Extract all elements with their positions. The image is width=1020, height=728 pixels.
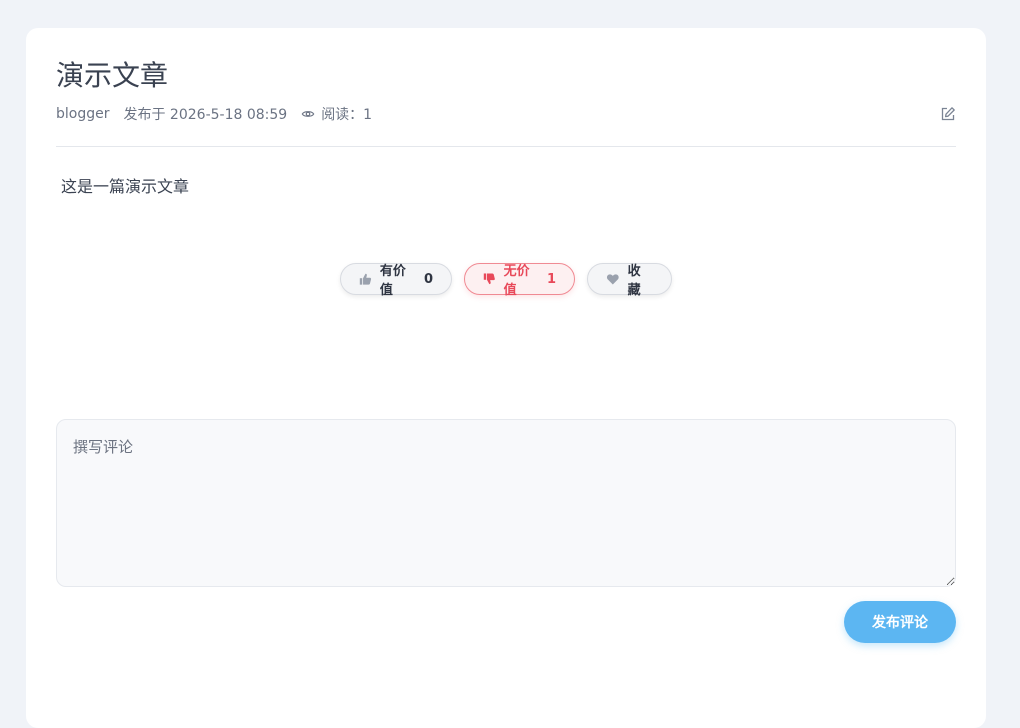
reaction-bar: 有价值 0 无价值 1 收藏: [340, 263, 672, 298]
view-count: 阅读：1: [301, 104, 372, 124]
favorite-button[interactable]: 收藏: [587, 263, 672, 298]
edit-icon[interactable]: [940, 106, 956, 122]
header-divider: [56, 146, 956, 147]
author-name: blogger: [56, 106, 110, 122]
heart-icon: [606, 274, 619, 285]
view-count-text: 阅读：1: [321, 107, 373, 123]
article-card: 演示文章 blogger 发布于 2026-5-18 08:59 阅读：1 这是…: [26, 28, 986, 728]
like-count: 0: [423, 271, 433, 287]
like-label: 有价值: [379, 264, 406, 298]
article-body: 这是一篇演示文章: [61, 177, 190, 196]
dislike-count: 1: [546, 271, 556, 287]
dislike-label: 无价值: [503, 264, 530, 298]
submit-comment-button[interactable]: 发布评论: [844, 601, 956, 643]
like-button[interactable]: 有价值 0: [340, 263, 452, 298]
favorite-label: 收藏: [627, 264, 641, 298]
article-meta: blogger 发布于 2026-5-18 08:59 阅读：1: [56, 105, 372, 123]
article-title: 演示文章: [56, 59, 169, 92]
comment-input[interactable]: [56, 419, 956, 587]
thumbs-down-icon: [483, 273, 495, 285]
thumbs-up-icon: [359, 273, 372, 285]
dislike-button[interactable]: 无价值 1: [464, 263, 575, 298]
publish-time: 发布于 2026-5-18 08:59: [123, 107, 288, 123]
eye-icon: [301, 111, 315, 117]
